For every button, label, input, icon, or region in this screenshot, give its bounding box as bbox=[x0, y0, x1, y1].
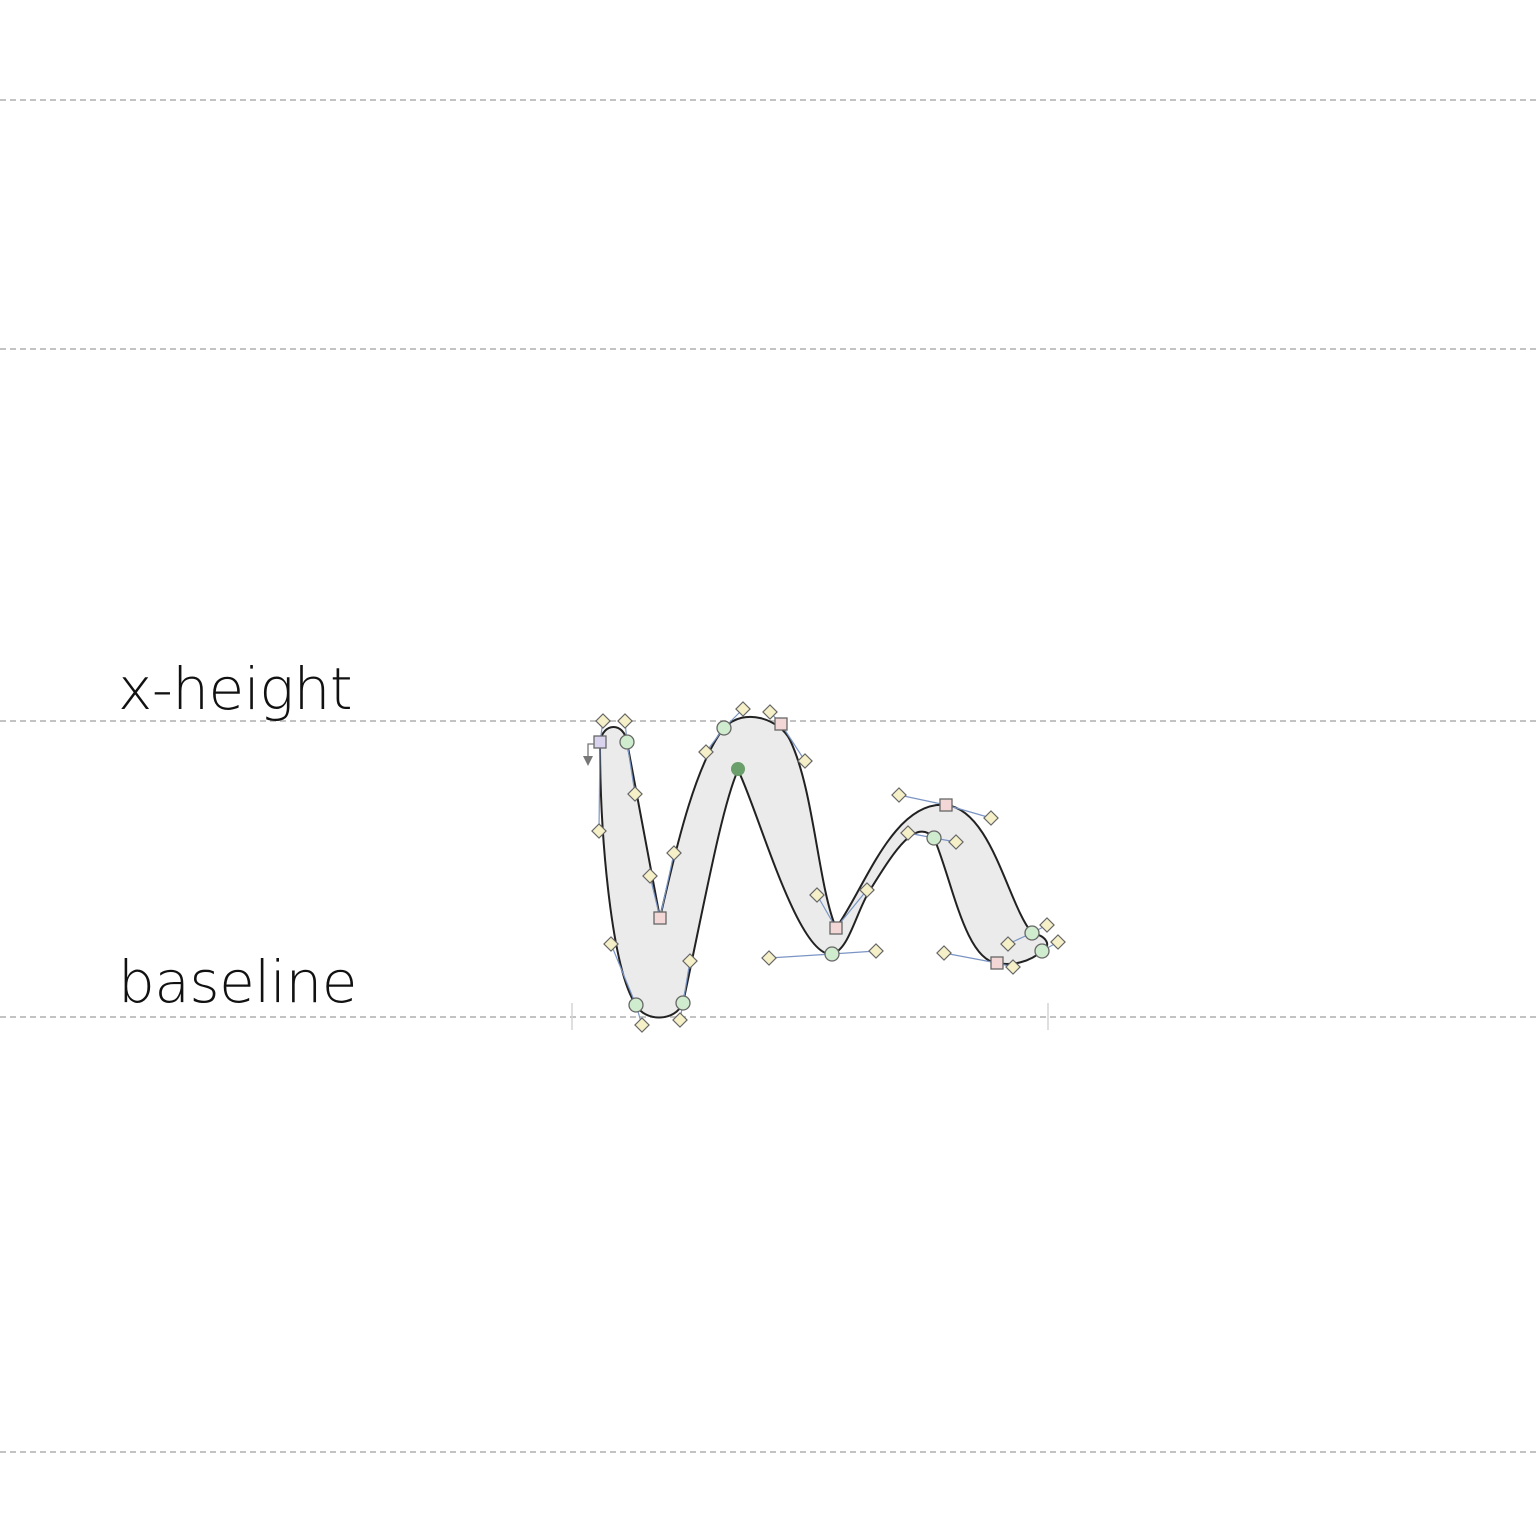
corner-point bbox=[829, 921, 843, 935]
off-curve-point bbox=[595, 713, 611, 729]
off-curve-point bbox=[1050, 934, 1066, 950]
smooth-point bbox=[1034, 943, 1050, 959]
corner-point bbox=[939, 798, 953, 812]
glyph-outline[interactable] bbox=[598, 715, 1049, 1019]
glyph-editing-canvas[interactable] bbox=[0, 0, 1536, 1536]
off-curve-point bbox=[634, 1017, 650, 1033]
smooth-point bbox=[824, 946, 840, 962]
off-curve-point bbox=[983, 810, 999, 826]
off-curve-point bbox=[761, 950, 777, 966]
smooth-point bbox=[926, 830, 942, 846]
off-curve-point bbox=[1039, 917, 1055, 933]
off-curve-point bbox=[672, 1012, 688, 1028]
corner-point bbox=[653, 911, 667, 925]
off-curve-point bbox=[891, 787, 907, 803]
off-curve-point bbox=[936, 945, 952, 961]
anchor-point[interactable] bbox=[731, 762, 745, 776]
corner-point bbox=[990, 956, 1004, 970]
smooth-point bbox=[628, 997, 644, 1013]
smooth-point bbox=[619, 734, 635, 750]
smooth-point bbox=[1024, 925, 1040, 941]
smooth-point bbox=[675, 995, 691, 1011]
start-point-icon bbox=[593, 735, 607, 749]
direction-arrowhead-icon bbox=[583, 756, 593, 766]
smooth-point bbox=[716, 720, 732, 736]
off-curve-point bbox=[868, 943, 884, 959]
corner-point bbox=[774, 717, 788, 731]
direction-arrow-icon bbox=[587, 743, 594, 758]
off-curve-point bbox=[617, 713, 633, 729]
